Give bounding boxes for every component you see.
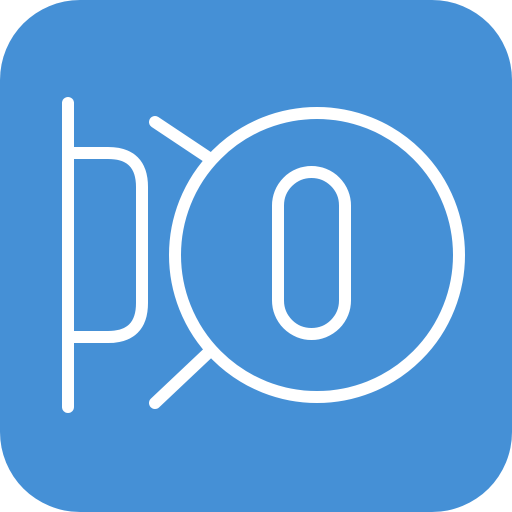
app-logo-icon[interactable] (0, 0, 512, 512)
app-icon-background (0, 0, 512, 512)
app-icon-canvas (0, 0, 512, 512)
